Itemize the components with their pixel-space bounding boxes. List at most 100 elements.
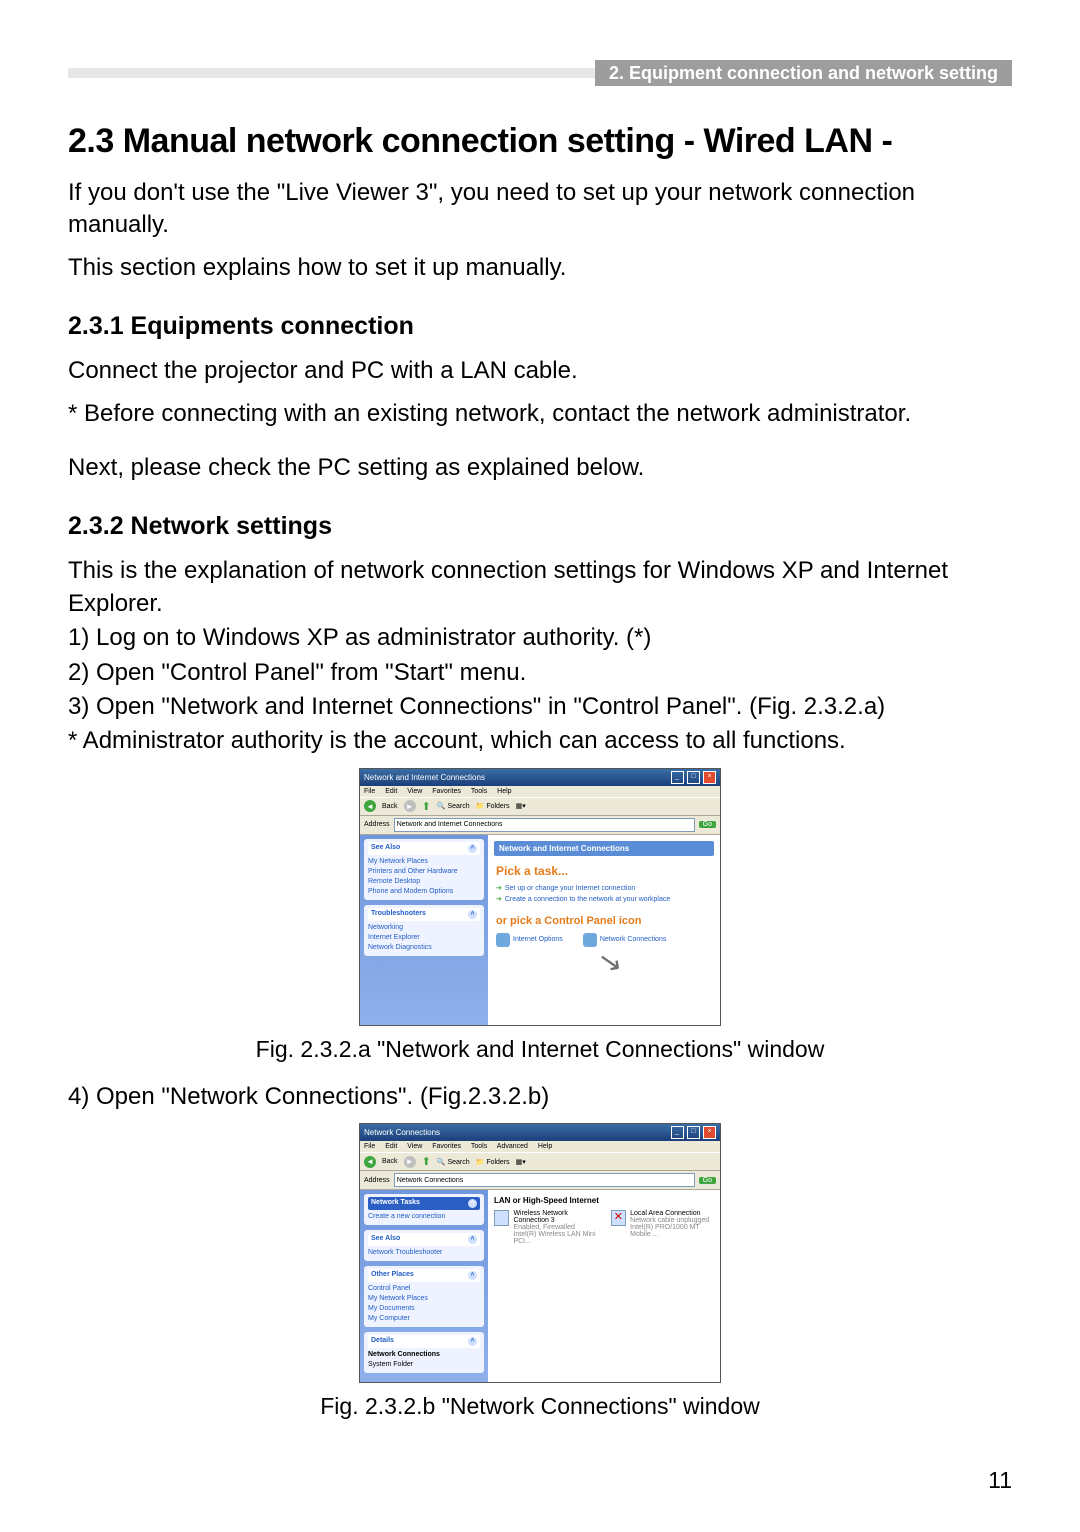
callout-arrow-icon: ↘︎: [595, 943, 624, 980]
address-input[interactable]: [394, 1173, 695, 1187]
menu-tools[interactable]: Tools: [471, 1143, 487, 1150]
folders-button[interactable]: 📁 Folders: [476, 802, 510, 810]
chevron-up-icon[interactable]: ˄: [468, 1271, 477, 1280]
back-icon[interactable]: ◄: [364, 800, 376, 812]
menu-edit[interactable]: Edit: [385, 788, 397, 795]
menu-file[interactable]: File: [364, 788, 375, 795]
see-also-title: See Also: [371, 844, 400, 853]
views-icon[interactable]: ▦▾: [516, 1158, 526, 1166]
figure-b-caption: Fig. 2.3.2.b "Network Connections" windo…: [68, 1393, 1012, 1420]
arrow-icon: ➔: [496, 885, 502, 892]
menu-file[interactable]: File: [364, 1143, 375, 1150]
go-button[interactable]: Go: [699, 1177, 716, 1184]
address-input[interactable]: [394, 818, 695, 832]
minimize-icon[interactable]: _: [671, 771, 684, 784]
connection-item-wireless[interactable]: Wireless Network Connection 3 Enabled, F…: [494, 1210, 599, 1245]
menu-help[interactable]: Help: [538, 1143, 552, 1150]
p231c: Next, please check the PC setting as exp…: [68, 452, 1012, 484]
sidebar-item[interactable]: Network Troubleshooter: [368, 1249, 480, 1256]
sidebar-item[interactable]: Create a new connection: [368, 1213, 480, 1220]
sidebar-item[interactable]: My Computer: [368, 1315, 480, 1322]
go-button[interactable]: Go: [699, 821, 716, 828]
or-pick-label: or pick a Control Panel icon: [496, 915, 714, 927]
troubleshooters-title: Troubleshooters: [371, 910, 426, 919]
forward-icon[interactable]: ►: [404, 1156, 416, 1168]
back-button-label[interactable]: Back: [382, 803, 398, 810]
sidebar-item[interactable]: My Network Places: [368, 1295, 480, 1302]
figure-a-screenshot: Network and Internet Connections _ □ × F…: [359, 768, 721, 1026]
sidebar-item[interactable]: Internet Explorer: [368, 934, 480, 941]
connection-status: Enabled, Firewalled: [513, 1224, 598, 1231]
section-title: 2.3 Manual network connection setting - …: [68, 122, 1012, 161]
sidebar-item[interactable]: Printers and Other Hardware: [368, 868, 480, 875]
sidebar-item[interactable]: My Network Places: [368, 858, 480, 865]
chevron-up-icon[interactable]: ˄: [468, 1199, 477, 1208]
menu-favorites[interactable]: Favorites: [432, 788, 461, 795]
folders-button[interactable]: 📁 Folders: [476, 1158, 510, 1166]
connection-name: Local Area Connection: [630, 1210, 714, 1217]
menu-bar: File Edit View Favorites Tools Help: [360, 786, 720, 797]
p231b: * Before connecting with an existing net…: [68, 398, 1012, 430]
sidebar-item[interactable]: My Documents: [368, 1305, 480, 1312]
address-bar: Address Go: [360, 816, 720, 835]
side-panel: Network Tasks˄ Create a new connection S…: [360, 1190, 488, 1382]
network-connections-icon[interactable]: Network Connections: [583, 933, 667, 947]
menu-view[interactable]: View: [407, 1143, 422, 1150]
pick-a-task-label: Pick a task...: [496, 864, 714, 878]
close-icon[interactable]: ×: [703, 771, 716, 784]
sidebar-item[interactable]: Network Diagnostics: [368, 944, 480, 951]
views-icon[interactable]: ▦▾: [516, 802, 526, 810]
connection-disconnected-icon: [611, 1210, 626, 1226]
chevron-up-icon[interactable]: ˄: [468, 1337, 477, 1346]
forward-icon[interactable]: ►: [404, 800, 416, 812]
content-pane: Network and Internet Connections Pick a …: [488, 835, 720, 1025]
intro-text-2: This section explains how to set it up m…: [68, 252, 1012, 284]
minimize-icon[interactable]: _: [671, 1126, 684, 1139]
internet-options-icon[interactable]: Internet Options: [496, 933, 563, 947]
sidebar-item[interactable]: Phone and Modem Options: [368, 888, 480, 895]
sidebar-item[interactable]: Control Panel: [368, 1285, 480, 1292]
content-heading: Network and Internet Connections: [494, 841, 714, 856]
chevron-up-icon[interactable]: ˄: [468, 844, 477, 853]
window-titlebar: Network Connections _ □ ×: [360, 1124, 720, 1141]
p232c: 2) Open "Control Panel" from "Start" men…: [68, 657, 1012, 689]
up-icon[interactable]: ⬆: [422, 800, 431, 813]
sidebar-item[interactable]: Remote Desktop: [368, 878, 480, 885]
search-button[interactable]: 🔍 Search: [437, 802, 470, 810]
window-titlebar: Network and Internet Connections _ □ ×: [360, 769, 720, 786]
connection-item-lan[interactable]: Local Area Connection Network cable unpl…: [611, 1210, 714, 1245]
window-controls: _ □ ×: [670, 1126, 716, 1139]
menu-help[interactable]: Help: [497, 788, 511, 795]
p232e: * Administrator authority is the account…: [68, 725, 1012, 757]
chevron-up-icon[interactable]: ˄: [468, 910, 477, 919]
connection-name: Wireless Network Connection 3: [513, 1210, 598, 1224]
menu-view[interactable]: View: [407, 788, 422, 795]
side-panel: See Also ˄ My Network Places Printers and…: [360, 835, 488, 1025]
menu-tools[interactable]: Tools: [471, 788, 487, 795]
p231a: Connect the projector and PC with a LAN …: [68, 355, 1012, 387]
chevron-up-icon[interactable]: ˄: [468, 1235, 477, 1244]
see-also-title: See Also: [371, 1235, 400, 1244]
connection-device: Intel(R) PRO/1000 MT Mobile ...: [630, 1224, 714, 1238]
window-controls: _ □ ×: [670, 771, 716, 784]
figure-a-caption: Fig. 2.3.2.a "Network and Internet Conne…: [68, 1036, 1012, 1063]
search-button[interactable]: 🔍 Search: [437, 1158, 470, 1166]
p232d: 3) Open "Network and Internet Connection…: [68, 691, 1012, 723]
task-link[interactable]: ➔Create a connection to the network at y…: [496, 895, 714, 903]
back-icon[interactable]: ◄: [364, 1156, 376, 1168]
maximize-icon[interactable]: □: [687, 771, 700, 784]
task-link[interactable]: ➔Set up or change your Internet connecti…: [496, 884, 714, 892]
maximize-icon[interactable]: □: [687, 1126, 700, 1139]
sidebar-item[interactable]: Networking: [368, 924, 480, 931]
window-title: Network and Internet Connections: [364, 773, 485, 782]
up-icon[interactable]: ⬆: [422, 1155, 431, 1168]
address-label: Address: [364, 821, 390, 828]
close-icon[interactable]: ×: [703, 1126, 716, 1139]
menu-favorites[interactable]: Favorites: [432, 1143, 461, 1150]
address-bar: Address Go: [360, 1171, 720, 1190]
category-heading: LAN or High-Speed Internet: [494, 1196, 714, 1205]
menu-edit[interactable]: Edit: [385, 1143, 397, 1150]
figure-b-screenshot: Network Connections _ □ × File Edit View…: [359, 1123, 721, 1383]
back-button-label[interactable]: Back: [382, 1158, 398, 1165]
menu-advanced[interactable]: Advanced: [497, 1143, 528, 1150]
